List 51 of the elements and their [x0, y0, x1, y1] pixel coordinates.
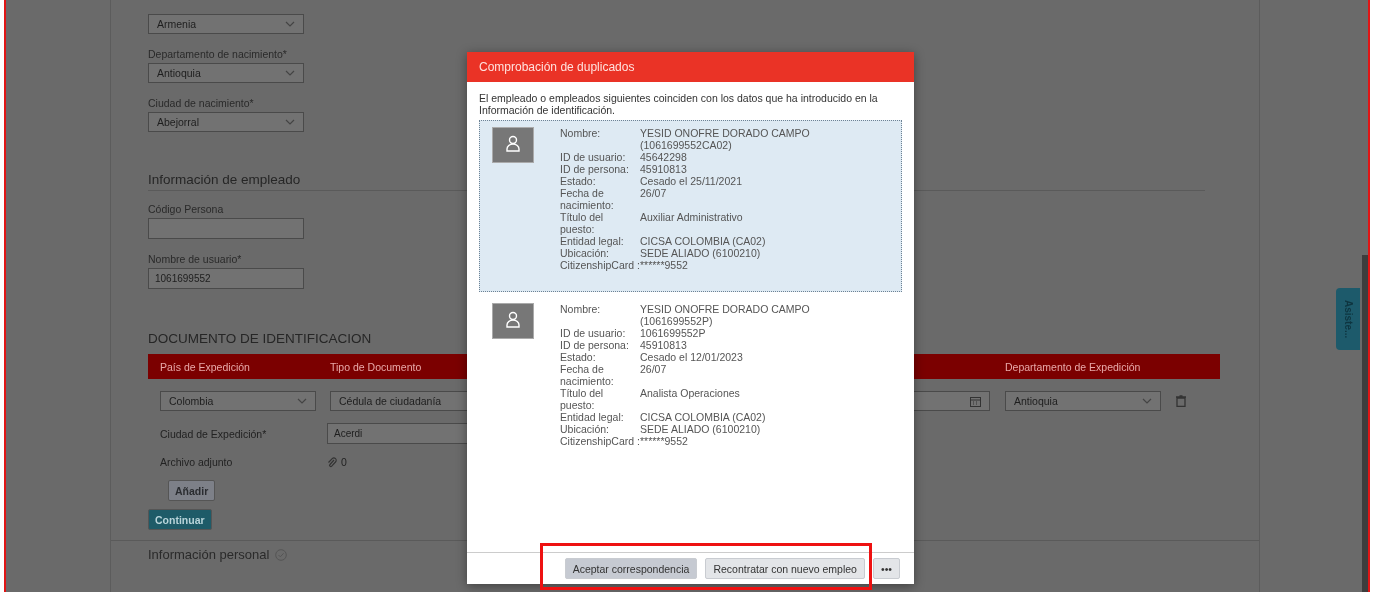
field-label: Archivo adjunto [160, 456, 234, 468]
detail-value: Auxiliar Administrativo [640, 211, 744, 225]
detail-value: CICSA COLOMBIA (CA02) [640, 235, 767, 247]
detail-label: Título del puesto: [560, 387, 605, 411]
detail-label: ID de persona: [560, 339, 630, 351]
detail-value: 45910813 [640, 339, 688, 351]
detail-value: 45642298 [640, 151, 688, 163]
detail-value: YESID ONOFRE DORADO CAMPO (1061699552CA02) [640, 127, 811, 151]
dialog-message: El empleado o empleados siguientes coinciden con los datos que ha introducido en la Información de identificación. [479, 92, 879, 116]
detail-label: Entidad legal: [560, 411, 625, 423]
field-label: Ciudad de Expedición* [160, 427, 268, 440]
detail-label: Nombre: [560, 303, 602, 317]
column-heading: Tipo de Documento [330, 360, 422, 373]
column-heading: Departamento de Expedición [1005, 360, 1141, 373]
detail-label: Ubicación: [560, 247, 611, 259]
detail-label: Fecha de nacimiento: [560, 187, 615, 211]
detail-value: ******9552 [640, 259, 689, 271]
detail-label: ID de persona: [560, 163, 630, 175]
section-heading: DOCUMENTO DE IDENTIFICACION [148, 331, 372, 348]
detail-value: ******9552 [640, 435, 689, 447]
detail-value: Analista Operaciones [640, 387, 741, 401]
detail-label: Título del puesto: [560, 211, 605, 235]
detail-value: SEDE ALIADO (6100210) [640, 423, 762, 435]
detail-value: SEDE ALIADO (6100210) [640, 247, 762, 259]
detail-label: Nombre: [560, 127, 602, 141]
detail-value: 45910813 [640, 163, 688, 175]
detail-label: CitizenshipCard : [560, 259, 640, 271]
detail-label: ID de usuario: [560, 151, 627, 163]
detail-label: Ubicación: [560, 423, 611, 435]
detail-label: Estado: [560, 175, 597, 187]
detail-value: 26/07 [640, 187, 668, 201]
detail-label: Estado: [560, 351, 597, 363]
dialog-title: Comprobación de duplicados [467, 52, 914, 82]
field-label: Ciudad de nacimiento* [148, 97, 254, 109]
field-label: Departamento de nacimiento* [148, 48, 287, 60]
detail-value: Cesado el 25/11/2021 [640, 175, 743, 187]
section-heading: Información de empleado [148, 172, 301, 189]
field-label: Código Persona [148, 203, 224, 215]
detail-value: 1061699552P [640, 327, 707, 339]
detail-label: Entidad legal: [560, 235, 625, 247]
column-heading: País de Expedición [160, 360, 250, 373]
detail-label: CitizenshipCard : [560, 435, 640, 447]
detail-value: CICSA COLOMBIA (CA02) [640, 411, 767, 423]
attachment-count: 0 [341, 456, 347, 468]
detail-value: YESID ONOFRE DORADO CAMPO (1061699552P) [640, 303, 811, 327]
detail-label: Fecha de nacimiento: [560, 363, 615, 387]
section-heading: Información personal [148, 547, 270, 562]
detail-value: Cesado el 12/01/2023 [640, 351, 744, 363]
field-label: Nombre de usuario* [148, 253, 242, 265]
detail-value: 26/07 [640, 363, 668, 377]
detail-label: ID de usuario: [560, 327, 627, 339]
